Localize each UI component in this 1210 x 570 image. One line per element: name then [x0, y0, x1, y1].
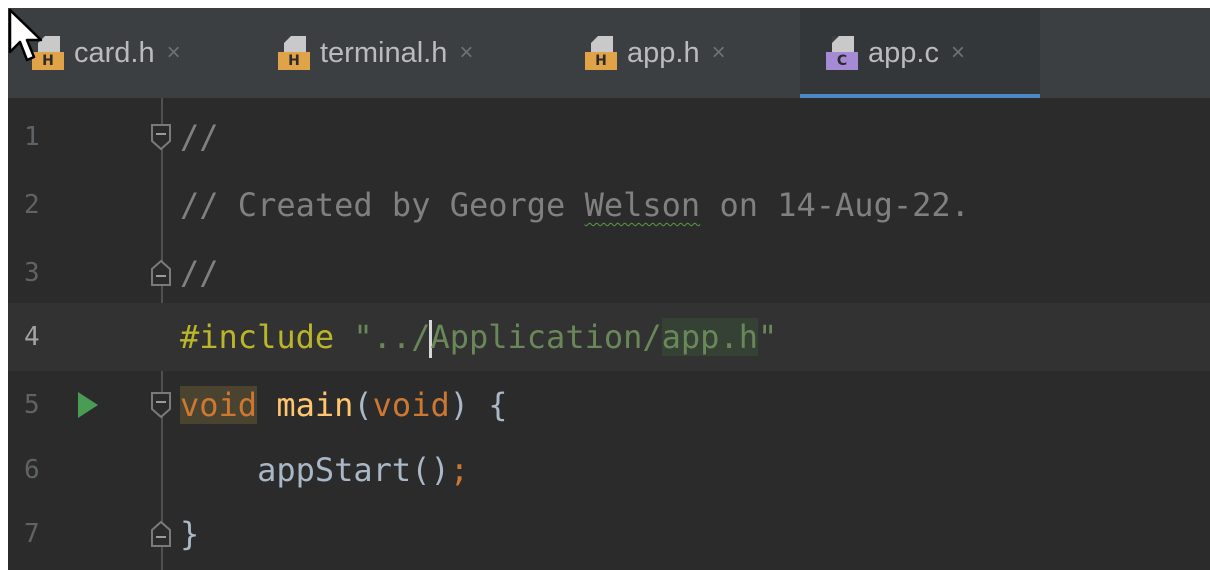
h-file-icon: H — [278, 36, 310, 70]
line-number: 1 — [24, 122, 40, 152]
code-text: void main(void) { — [180, 386, 508, 424]
code-text: // — [180, 118, 219, 156]
code-text: appStart(); — [180, 451, 469, 489]
fold-marker-icon[interactable] — [150, 259, 172, 287]
code-line: 6 appStart(); — [8, 436, 1210, 504]
code-text: #include "../Application/app.h" — [180, 318, 778, 358]
editor-tab-bar: H card.h × H terminal.h × H app.h × C ap… — [8, 8, 1210, 98]
code-line: 1 // — [8, 103, 1210, 171]
tab-label: app.h — [627, 36, 700, 69]
close-icon[interactable]: × — [951, 39, 965, 67]
code-text: } — [180, 515, 200, 553]
code-text: // Created by George Welson on 14-Aug-22… — [180, 186, 970, 224]
line-number: 2 — [24, 190, 40, 220]
fold-marker-icon[interactable] — [150, 520, 172, 548]
line-number: 6 — [24, 455, 40, 485]
close-icon[interactable]: × — [167, 39, 181, 67]
run-triangle-icon[interactable] — [78, 392, 98, 418]
line-number: 4 — [24, 322, 40, 352]
code-line: 5 void main(void) { — [8, 371, 1210, 439]
mouse-pointer-icon — [8, 8, 43, 62]
tab-card-h[interactable]: H card.h × — [32, 8, 181, 98]
line-number: 5 — [24, 390, 40, 420]
c-file-icon: C — [826, 36, 858, 70]
line-number: 7 — [24, 519, 40, 549]
fold-marker-icon[interactable] — [150, 123, 172, 151]
spellcheck-word: Welson — [584, 186, 701, 224]
code-text: // — [180, 254, 219, 292]
fold-marker-icon[interactable] — [150, 391, 172, 419]
current-code-line: 4 #include "../Application/app.h" — [8, 303, 1210, 371]
close-icon[interactable]: × — [712, 39, 726, 67]
tab-label: app.c — [868, 36, 939, 69]
close-icon[interactable]: × — [459, 39, 473, 67]
code-line: 7 } — [8, 500, 1210, 568]
code-line: 3 // — [8, 239, 1210, 307]
code-line: 2 // Created by George Welson on 14-Aug-… — [8, 171, 1210, 239]
tab-label: terminal.h — [320, 36, 448, 69]
tab-terminal-h[interactable]: H terminal.h × — [278, 8, 473, 98]
line-number: 3 — [24, 258, 40, 288]
tab-app-h[interactable]: H app.h × — [585, 8, 726, 98]
ide-window: H card.h × H terminal.h × H app.h × C ap… — [8, 8, 1210, 570]
tab-app-c[interactable]: C app.c × — [800, 8, 1040, 98]
code-editor[interactable]: 1 // 2 // Created by George Welson on 14… — [8, 98, 1210, 570]
tab-label: card.h — [74, 36, 155, 69]
h-file-icon: H — [585, 36, 617, 70]
